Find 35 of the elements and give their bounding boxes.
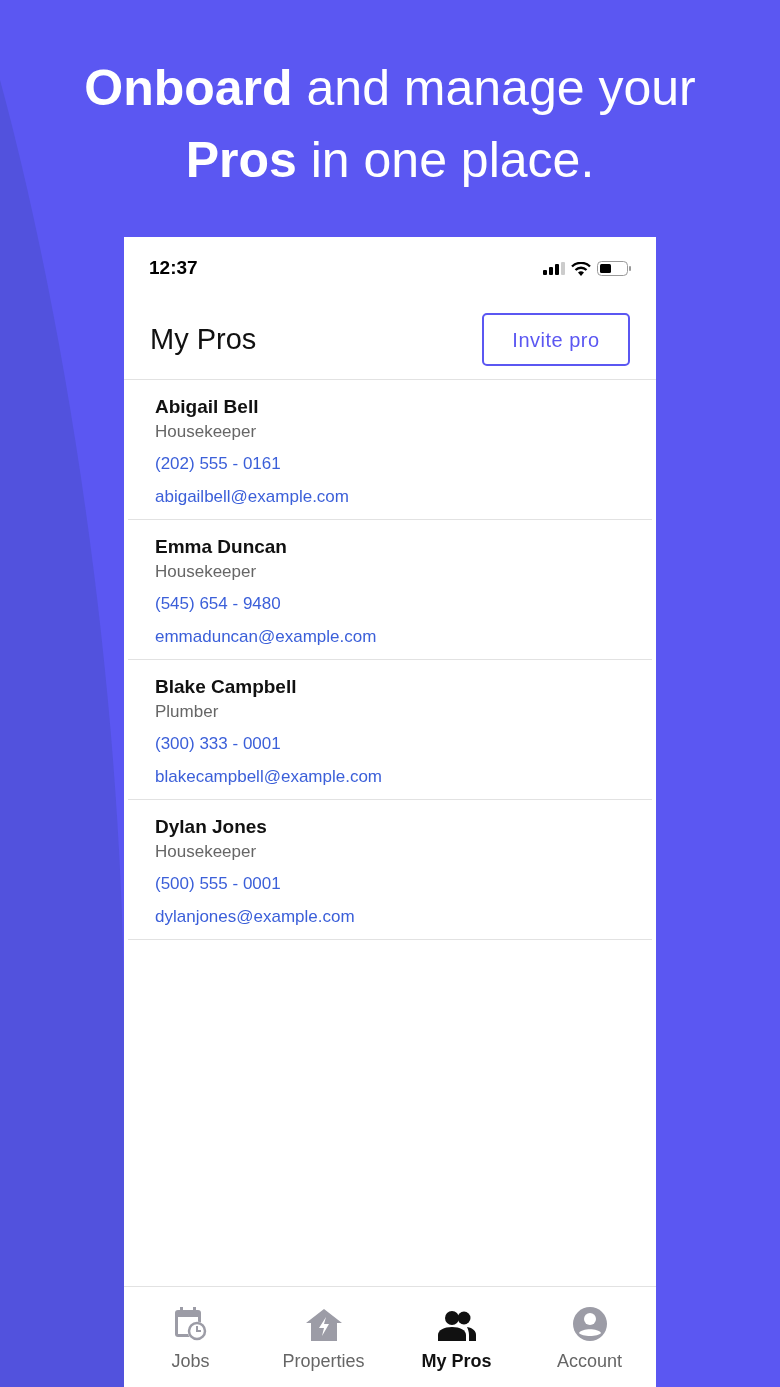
- pro-role: Housekeeper: [155, 841, 258, 863]
- account-icon: [572, 1307, 607, 1341]
- pro-name: Emma Duncan: [155, 535, 288, 559]
- signal-icon: [543, 262, 565, 275]
- invite-pro-button[interactable]: Invite pro: [482, 313, 630, 366]
- people-icon: [437, 1311, 476, 1341]
- calendar-clock-icon: [174, 1307, 207, 1341]
- wifi-icon: [571, 261, 591, 276]
- battery-icon: [597, 261, 631, 276]
- tab-bar-item[interactable]: My Pros: [390, 1287, 523, 1387]
- pro-name: Abigail Bell: [155, 395, 260, 419]
- phone-link[interactable]: (202) 555 - 0161: [155, 451, 281, 477]
- pro-role: Housekeeper: [155, 421, 258, 443]
- email-link[interactable]: blakecampbell@example.com: [155, 764, 383, 790]
- pro-name: Dylan Jones: [155, 815, 268, 839]
- email-link[interactable]: dylanjones@example.com: [155, 904, 355, 930]
- pro-list-item[interactable]: Blake Campbell Plumber (300) 333 - 0001 blakecampbell@example.com: [128, 660, 652, 800]
- pro-list-item[interactable]: Dylan Jones Housekeeper (500) 555 - 0001 dylanjones@example.com: [128, 800, 652, 940]
- email-link[interactable]: abigailbell@example.com: [155, 484, 349, 510]
- tab-bar-item[interactable]: Jobs: [124, 1287, 257, 1387]
- phone-link[interactable]: (300) 333 - 0001: [155, 731, 281, 757]
- tab-bar-item[interactable]: Account: [523, 1287, 656, 1387]
- phone-link[interactable]: (545) 654 - 9480: [155, 591, 281, 617]
- phone-link[interactable]: (500) 555 - 0001: [155, 871, 281, 897]
- pro-list-item[interactable]: Emma Duncan Housekeeper (545) 654 - 9480 emmaduncan@example.com: [128, 520, 652, 660]
- headline: Onboard and manage your Pros in one place.: [83, 59, 697, 190]
- email-link[interactable]: emmaduncan@example.com: [155, 624, 377, 650]
- house-bolt-icon: [305, 1309, 342, 1341]
- tab-bar-item[interactable]: Properties: [257, 1287, 390, 1387]
- pro-role: Housekeeper: [155, 561, 258, 583]
- page-title: My Pros: [150, 321, 257, 357]
- pro-list-item[interactable]: Abigail Bell Housekeeper (202) 555 - 0161 abigailbell@example.com: [128, 380, 652, 520]
- status-time: 12:37: [149, 256, 198, 281]
- pro-role: Plumber: [155, 701, 220, 723]
- pro-name: Blake Campbell: [155, 675, 298, 699]
